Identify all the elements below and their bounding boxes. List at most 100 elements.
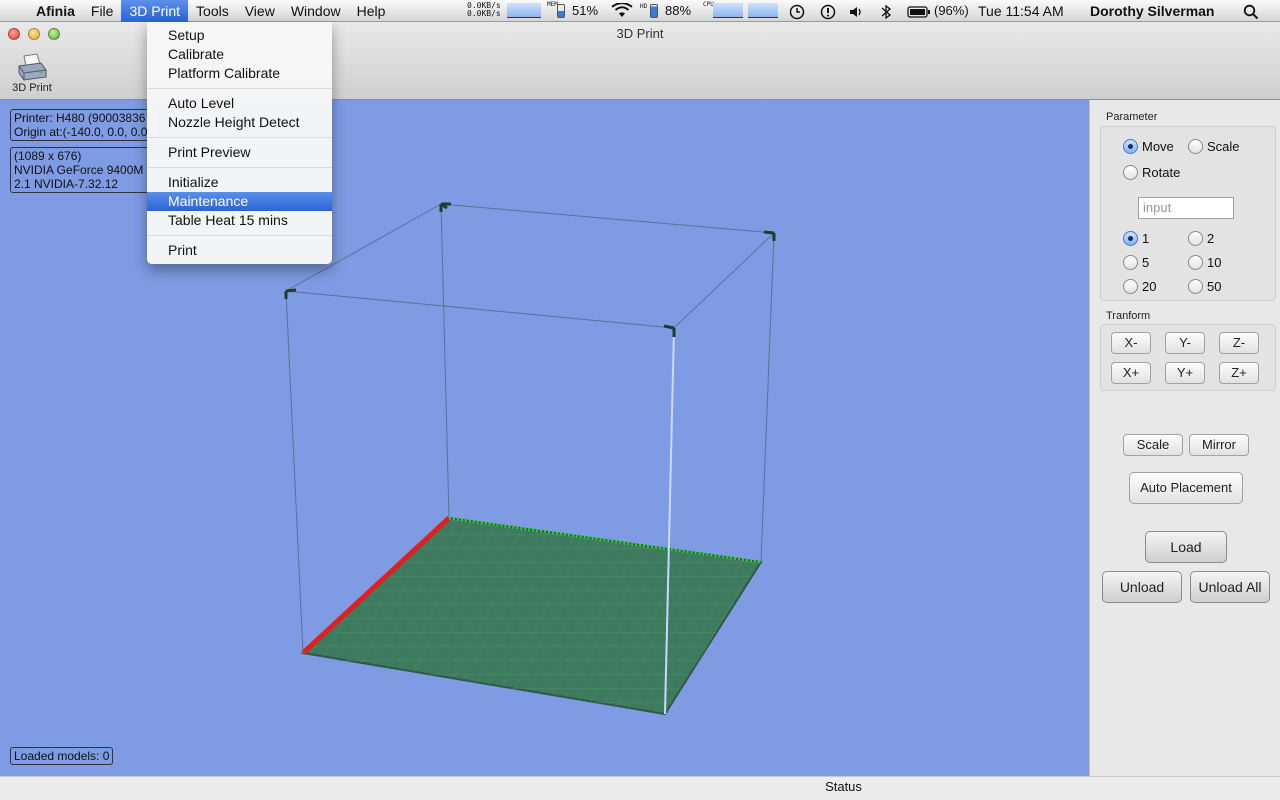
hd-value[interactable]: 88%: [665, 0, 691, 22]
radio-indicator: [1188, 231, 1203, 246]
parameter-group-label: Parameter: [1106, 111, 1158, 123]
z-minus-button[interactable]: Z-: [1219, 332, 1259, 354]
menu-separator: [147, 167, 332, 168]
radio-indicator: [1123, 279, 1138, 294]
battery-percent[interactable]: (96%): [934, 0, 969, 22]
menu-file[interactable]: File: [83, 0, 122, 22]
loaded-models-badge: Loaded models: 0: [10, 747, 114, 765]
radio-indicator: [1123, 165, 1138, 180]
gl-info-box: (1089 x 676) NVIDIA GeForce 9400M 2.1 NV…: [10, 147, 150, 193]
menu-tools[interactable]: Tools: [188, 0, 237, 22]
printer-info-box: Printer: H480 (90003836 Origin at:(-140.…: [10, 109, 160, 141]
load-button[interactable]: Load: [1145, 531, 1227, 563]
menu-window[interactable]: Window: [283, 0, 349, 22]
menubar: Afinia File 3D Print Tools View Window H…: [0, 0, 1280, 22]
radio-indicator: [1188, 279, 1203, 294]
spotlight-search-icon[interactable]: [1243, 0, 1259, 22]
y-plus-button[interactable]: Y+: [1165, 362, 1205, 384]
transform-group-label: Tranform: [1106, 310, 1151, 322]
x-plus-button[interactable]: X+: [1111, 362, 1151, 384]
network-monitor[interactable]: 0.0KB/s 0.0KB/s: [467, 2, 501, 20]
scale-radio[interactable]: Scale: [1188, 139, 1240, 154]
move-radio-label: Move: [1142, 139, 1174, 154]
bluetooth-icon[interactable]: [880, 0, 892, 22]
radio-indicator: [1123, 139, 1138, 154]
status-text: Status: [825, 779, 862, 794]
status-bar: Status: [0, 776, 1280, 800]
menu-item-calibrate[interactable]: Calibrate: [147, 45, 332, 64]
unload-button[interactable]: Unload: [1102, 571, 1182, 603]
memory-gauge-icon: [557, 4, 565, 18]
menu-item-platform-calibrate[interactable]: Platform Calibrate: [147, 64, 332, 83]
cpu-graph-2: [748, 3, 778, 18]
step-radio-2[interactable]: 2: [1188, 231, 1214, 246]
step-radio-50[interactable]: 50: [1188, 279, 1221, 294]
rotate-radio[interactable]: Rotate: [1123, 165, 1180, 180]
menu-separator: [147, 88, 332, 89]
step-label: 2: [1207, 231, 1215, 246]
hd-gauge-icon: [650, 4, 658, 18]
user-name[interactable]: Dorothy Silverman: [1090, 0, 1214, 22]
x-minus-button[interactable]: X-: [1111, 332, 1151, 354]
menu-item-initialize[interactable]: Initialize: [147, 173, 332, 192]
step-radio-1[interactable]: 1: [1123, 231, 1149, 246]
rotate-radio-label: Rotate: [1142, 165, 1181, 180]
apple-menu-icon[interactable]: [0, 0, 28, 22]
value-input[interactable]: input: [1138, 197, 1234, 219]
step-label: 1: [1142, 231, 1150, 246]
net-down-text: 0.0KB/s: [467, 9, 501, 18]
step-radio-5[interactable]: 5: [1123, 255, 1149, 270]
3d-print-menu-dropdown: Setup Calibrate Platform Calibrate Auto …: [147, 22, 332, 264]
volume-icon[interactable]: [848, 0, 864, 22]
z-plus-button[interactable]: Z+: [1219, 362, 1259, 384]
time-machine-icon[interactable]: [789, 0, 805, 22]
printer-info-line: Printer: H480 (90003836: [14, 111, 146, 125]
step-label: 20: [1142, 279, 1157, 294]
menu-item-maintenance[interactable]: Maintenance: [147, 192, 332, 211]
menu-item-setup[interactable]: Setup: [147, 26, 332, 45]
radio-indicator: [1188, 255, 1203, 270]
menu-item-print-preview[interactable]: Print Preview: [147, 143, 332, 162]
auto-placement-button[interactable]: Auto Placement: [1129, 472, 1243, 504]
app-menu[interactable]: Afinia: [28, 0, 83, 22]
menu-help[interactable]: Help: [349, 0, 394, 22]
wifi-icon[interactable]: [611, 0, 633, 22]
clock-status-icon[interactable]: [820, 0, 836, 22]
mem-label: MEM: [547, 1, 558, 8]
clock[interactable]: Tue 11:54 AM: [978, 0, 1064, 22]
scale-radio-label: Scale: [1207, 139, 1240, 154]
step-label: 10: [1207, 255, 1222, 270]
menu-item-auto-level[interactable]: Auto Level: [147, 94, 332, 113]
control-panel: Parameter Move Scale Rotate input 1 2 5 …: [1089, 100, 1280, 776]
network-graph: [507, 3, 541, 18]
step-label: 5: [1142, 255, 1150, 270]
battery-icon[interactable]: [907, 0, 931, 22]
unload-all-button[interactable]: Unload All: [1190, 571, 1270, 603]
step-radio-20[interactable]: 20: [1123, 279, 1156, 294]
gl-version-line: 2.1 NVIDIA-7.32.12: [14, 177, 119, 191]
cpu-graph-1: [713, 3, 743, 18]
menu-item-nozzle-height-detect[interactable]: Nozzle Height Detect: [147, 113, 332, 132]
cpu-label: CPU: [703, 1, 714, 8]
menu-item-print[interactable]: Print: [147, 241, 332, 260]
gpu-name-line: NVIDIA GeForce 9400M: [14, 163, 144, 177]
origin-info-line: Origin at:(-140.0, 0.0, 0.0: [14, 125, 148, 139]
step-radio-10[interactable]: 10: [1188, 255, 1221, 270]
toolbar-3d-print-label: 3D Print: [12, 82, 52, 94]
toolbar-3d-print-button[interactable]: 3D Print: [6, 52, 58, 94]
y-minus-button[interactable]: Y-: [1165, 332, 1205, 354]
menu-view[interactable]: View: [237, 0, 283, 22]
mem-value[interactable]: 51%: [572, 0, 598, 22]
menu-3d-print[interactable]: 3D Print: [121, 0, 189, 22]
hd-label: HD: [640, 3, 648, 10]
move-radio[interactable]: Move: [1123, 139, 1174, 154]
step-label: 50: [1207, 279, 1222, 294]
printer-icon: [6, 52, 58, 86]
radio-indicator: [1123, 255, 1138, 270]
radio-indicator: [1123, 231, 1138, 246]
viewport-size-line: (1089 x 676): [14, 149, 82, 163]
scale-button[interactable]: Scale: [1123, 434, 1183, 456]
radio-indicator: [1188, 139, 1203, 154]
mirror-button[interactable]: Mirror: [1189, 434, 1249, 456]
menu-item-table-heat[interactable]: Table Heat 15 mins: [147, 211, 332, 230]
